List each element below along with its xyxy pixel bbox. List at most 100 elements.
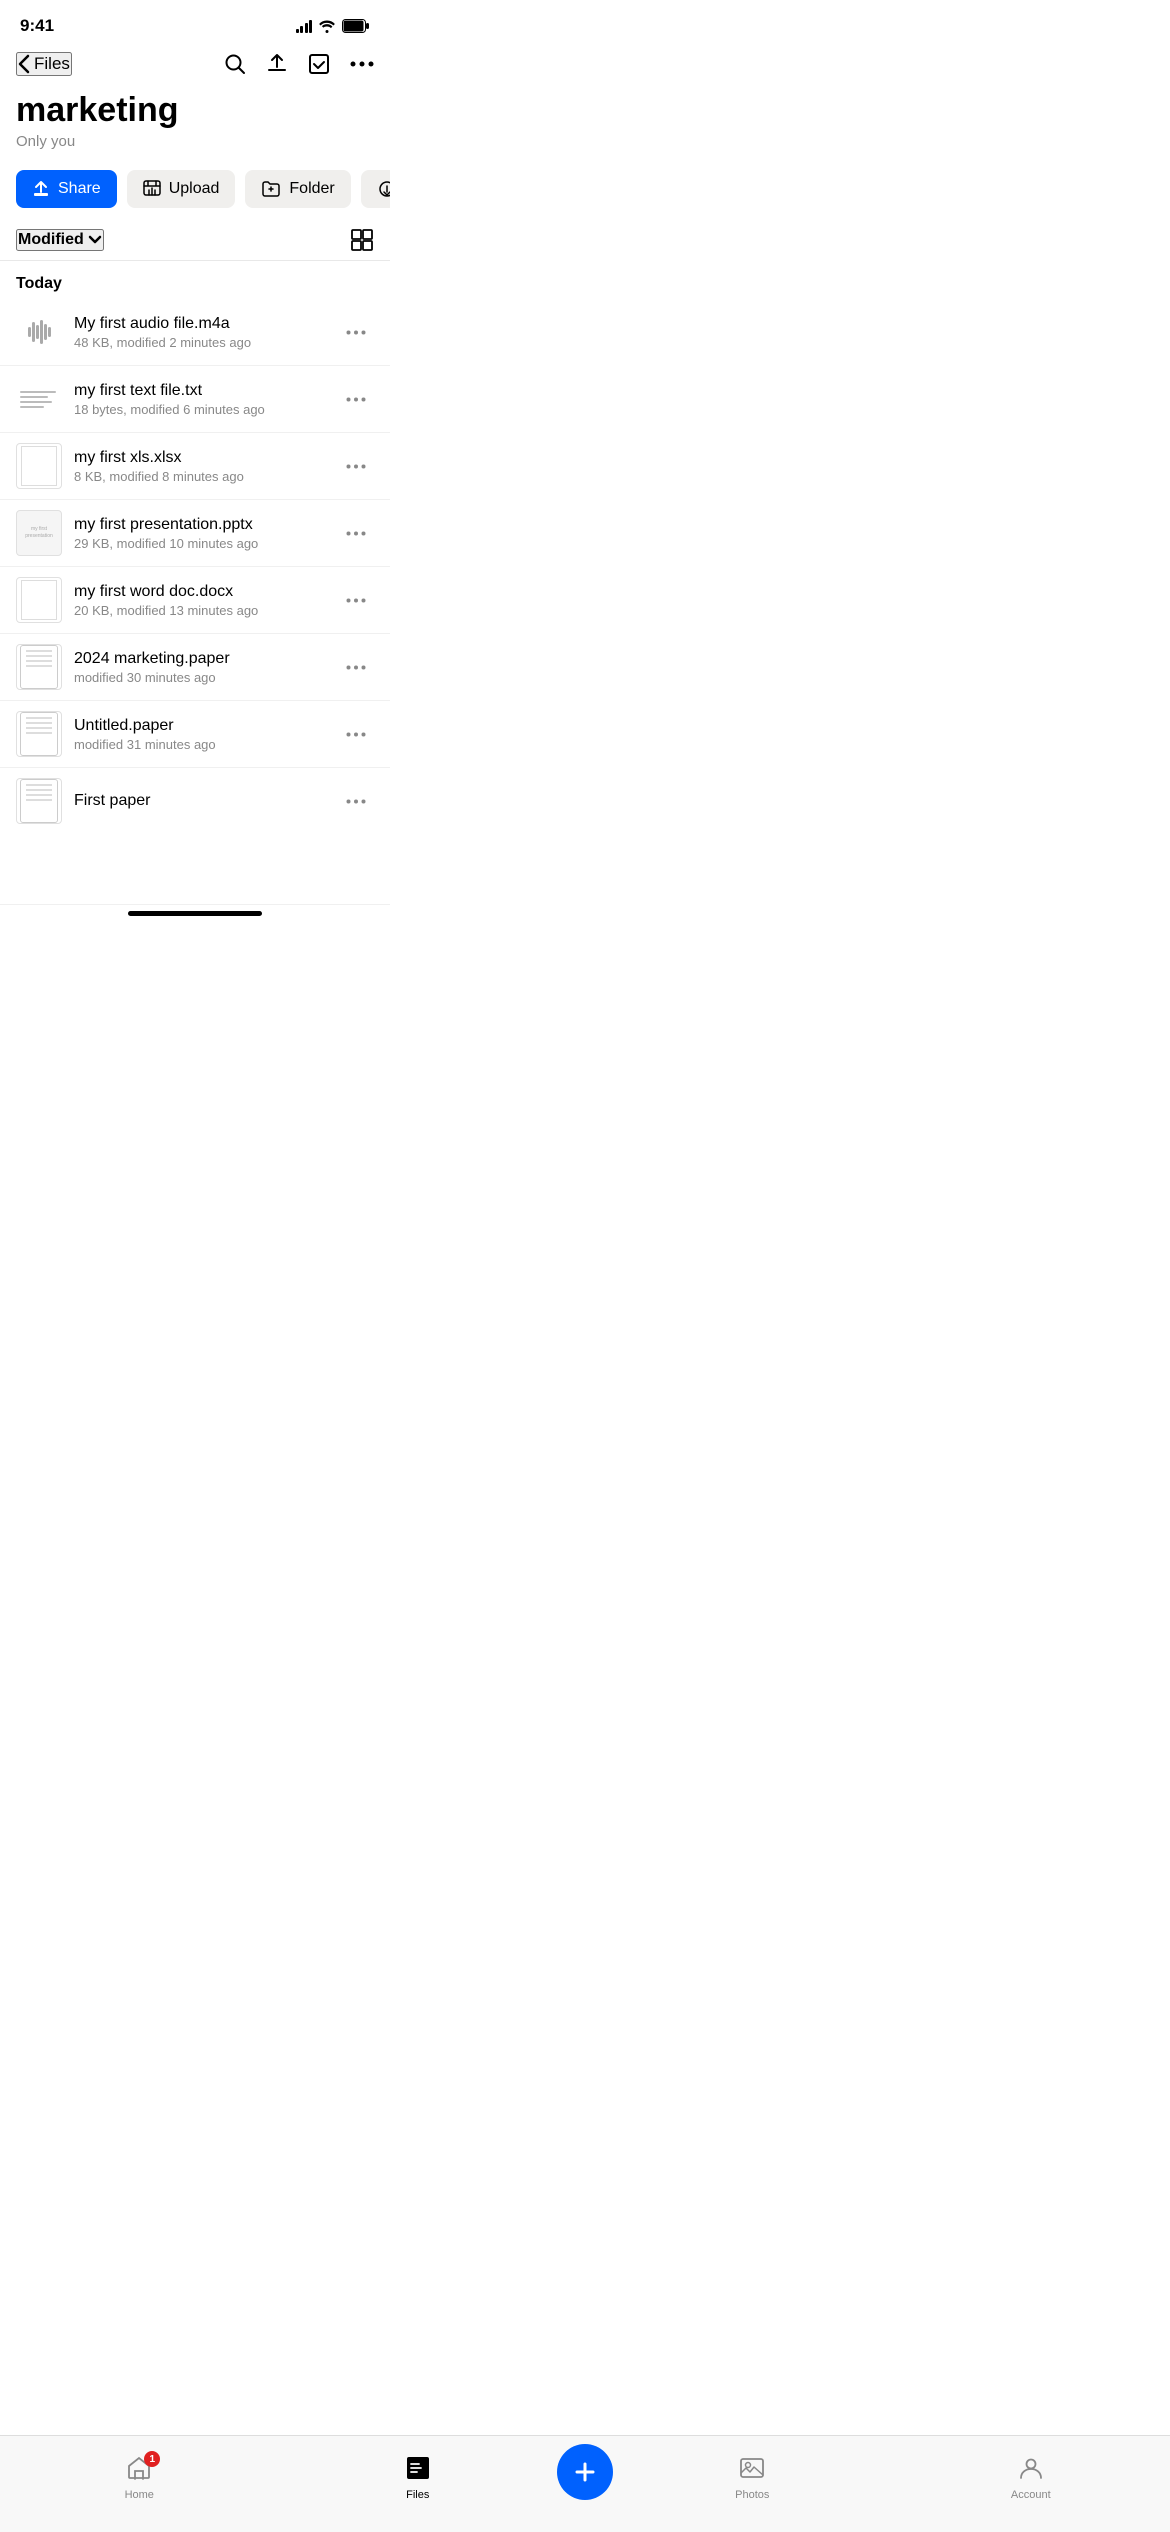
file-info: My first audio file.m4a 48 KB, modified … bbox=[74, 315, 326, 350]
file-meta: 18 bytes, modified 6 minutes ago bbox=[74, 402, 326, 417]
account-icon-wrap bbox=[1018, 2455, 1044, 2486]
offline-button[interactable]: Offlin bbox=[361, 170, 390, 208]
select-button[interactable] bbox=[308, 53, 330, 75]
account-tab-label: Account bbox=[1011, 2489, 1051, 2501]
file-info: my first presentation.pptx 29 KB, modifi… bbox=[74, 516, 326, 551]
more-icon bbox=[350, 61, 374, 67]
upload-button[interactable] bbox=[266, 53, 288, 75]
file-name: my first word doc.docx bbox=[74, 583, 326, 601]
list-item: 2024 marketing.paper modified 30 minutes… bbox=[0, 634, 390, 701]
file-meta: 20 KB, modified 13 minutes ago bbox=[74, 603, 326, 618]
more-button[interactable] bbox=[350, 61, 374, 67]
file-more-button[interactable] bbox=[338, 393, 374, 406]
list-item: my first text file.txt 18 bytes, modifie… bbox=[0, 366, 390, 433]
home-tab-label: Home bbox=[125, 2489, 154, 2501]
home-badge: 1 bbox=[144, 2451, 160, 2467]
status-icons bbox=[296, 19, 371, 33]
search-button[interactable] bbox=[224, 53, 246, 75]
audio-waveform-icon bbox=[28, 320, 51, 344]
photos-icon bbox=[739, 2455, 765, 2481]
list-item: my first presentation my first presentat… bbox=[0, 500, 390, 567]
tab-photos[interactable]: Photos bbox=[613, 2455, 892, 2501]
sort-label-text: Modified bbox=[18, 231, 84, 249]
folder-icon bbox=[261, 180, 281, 198]
file-info: my first xls.xlsx 8 KB, modified 8 minut… bbox=[74, 449, 326, 484]
nav-bar: Files bbox=[0, 44, 390, 84]
nav-actions bbox=[224, 53, 374, 75]
file-more-button[interactable] bbox=[338, 795, 374, 808]
file-icon-paper2 bbox=[16, 711, 62, 757]
file-info: my first text file.txt 18 bytes, modifie… bbox=[74, 382, 326, 417]
file-more-button[interactable] bbox=[338, 728, 374, 741]
folder-label: Folder bbox=[289, 180, 334, 198]
file-name: my first text file.txt bbox=[74, 382, 326, 400]
file-name: First paper bbox=[74, 792, 326, 810]
more-icon bbox=[346, 732, 366, 737]
tab-home[interactable]: 1 Home bbox=[0, 2455, 279, 2501]
tab-add[interactable] bbox=[557, 2444, 613, 2512]
upload-action-icon bbox=[143, 180, 161, 198]
file-icon-docx bbox=[16, 577, 62, 623]
paper-document-icon bbox=[20, 712, 58, 756]
list-item: My first audio file.m4a 48 KB, modified … bbox=[0, 299, 390, 366]
file-more-button[interactable] bbox=[338, 460, 374, 473]
page-subtitle: Only you bbox=[16, 133, 374, 150]
file-more-button[interactable] bbox=[338, 594, 374, 607]
sort-button[interactable]: Modified bbox=[16, 229, 104, 251]
file-info: Untitled.paper modified 31 minutes ago bbox=[74, 717, 326, 752]
file-icon-paper bbox=[16, 644, 62, 690]
more-icon bbox=[346, 531, 366, 536]
tab-files[interactable]: Files bbox=[279, 2455, 558, 2501]
file-list: My first audio file.m4a 48 KB, modified … bbox=[0, 299, 390, 905]
file-more-button[interactable] bbox=[338, 527, 374, 540]
file-info: my first word doc.docx 20 KB, modified 1… bbox=[74, 583, 326, 618]
paper-document-icon bbox=[20, 645, 58, 689]
file-info: First paper bbox=[74, 792, 326, 810]
list-item: First paper bbox=[0, 768, 390, 905]
share-icon bbox=[32, 180, 50, 198]
grid-view-button[interactable] bbox=[350, 228, 374, 252]
sort-chevron-icon bbox=[88, 235, 102, 245]
file-icon-text bbox=[16, 376, 62, 422]
home-icon-wrap: 1 bbox=[126, 2455, 152, 2486]
file-more-button[interactable] bbox=[338, 661, 374, 674]
file-icon-xlsx bbox=[16, 443, 62, 489]
battery-icon bbox=[342, 19, 370, 33]
upload-action-button[interactable]: Upload bbox=[127, 170, 236, 208]
account-icon bbox=[1018, 2455, 1044, 2481]
sort-row: Modified bbox=[0, 216, 390, 261]
page-title: marketing bbox=[16, 92, 374, 129]
file-meta: 29 KB, modified 10 minutes ago bbox=[74, 536, 326, 551]
file-meta: modified 31 minutes ago bbox=[74, 737, 326, 752]
list-item: Untitled.paper modified 31 minutes ago bbox=[0, 701, 390, 768]
offline-icon bbox=[377, 180, 390, 198]
file-name: my first xls.xlsx bbox=[74, 449, 326, 467]
add-button[interactable] bbox=[557, 2444, 613, 2500]
search-icon bbox=[224, 53, 246, 75]
upload-action-label: Upload bbox=[169, 180, 220, 198]
back-button[interactable]: Files bbox=[16, 52, 72, 76]
text-lines-icon bbox=[16, 385, 62, 414]
section-header-today: Today bbox=[0, 261, 390, 299]
share-button[interactable]: Share bbox=[16, 170, 117, 208]
file-name: Untitled.paper bbox=[74, 717, 326, 735]
folder-button[interactable]: Folder bbox=[245, 170, 350, 208]
file-meta: modified 30 minutes ago bbox=[74, 670, 326, 685]
home-indicator bbox=[128, 911, 262, 916]
tab-account[interactable]: Account bbox=[892, 2455, 1170, 2501]
list-item: my first word doc.docx 20 KB, modified 1… bbox=[0, 567, 390, 634]
action-buttons-row: Share Upload Folder Offlin bbox=[0, 154, 390, 216]
back-icon bbox=[18, 54, 30, 74]
more-icon bbox=[346, 397, 366, 402]
file-info: 2024 marketing.paper modified 30 minutes… bbox=[74, 650, 326, 685]
files-tab-label: Files bbox=[406, 2489, 429, 2501]
photos-icon-wrap bbox=[739, 2455, 765, 2486]
upload-icon bbox=[266, 53, 288, 75]
file-meta: 48 KB, modified 2 minutes ago bbox=[74, 335, 326, 350]
file-more-button[interactable] bbox=[338, 326, 374, 339]
status-time: 9:41 bbox=[20, 16, 54, 36]
more-icon bbox=[346, 665, 366, 670]
photos-tab-label: Photos bbox=[735, 2489, 769, 2501]
signal-icon bbox=[296, 20, 313, 33]
page-title-section: marketing Only you bbox=[0, 84, 390, 154]
